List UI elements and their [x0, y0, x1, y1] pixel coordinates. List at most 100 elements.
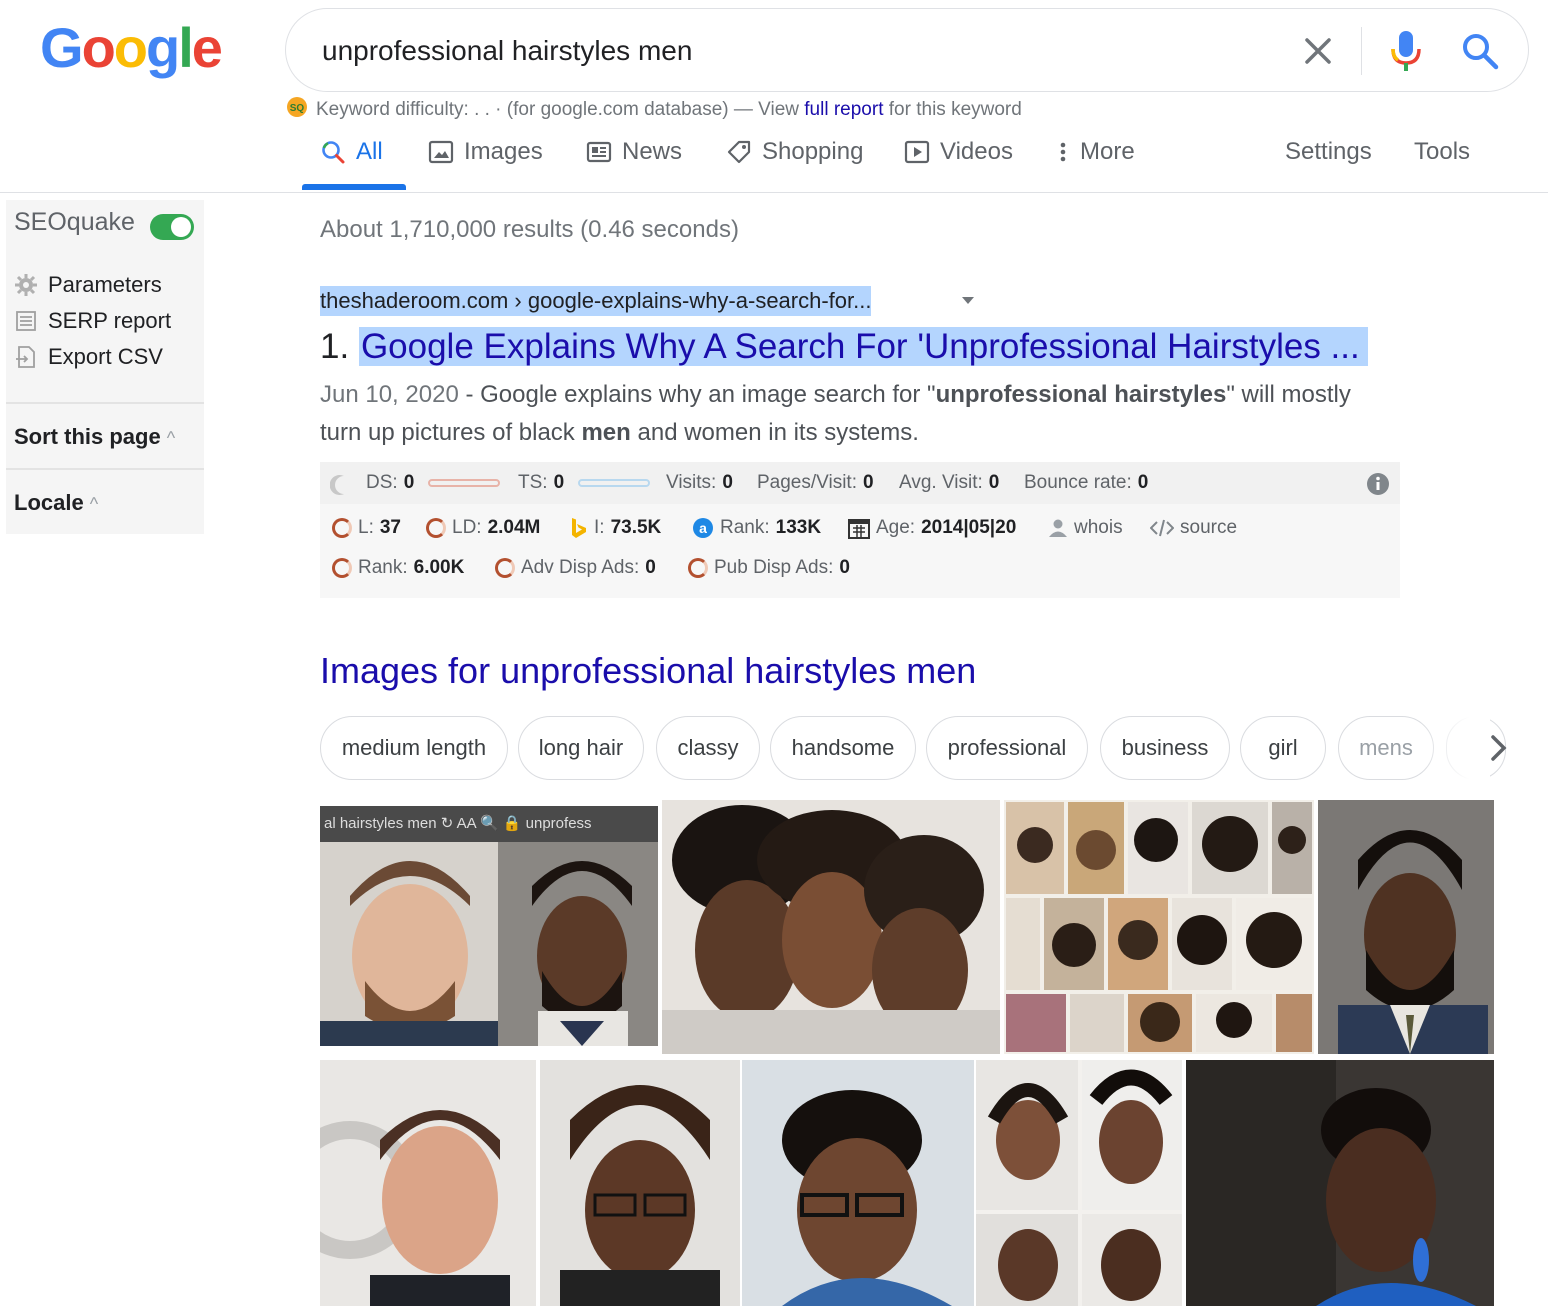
source-label: source: [1180, 517, 1238, 538]
logo-letter: o: [113, 16, 148, 79]
sidebar-item-serp-report[interactable]: SERP report: [14, 308, 171, 334]
result-title-link[interactable]: Google Explains Why A Search For 'Unprof…: [358, 327, 1368, 366]
metric-pages-visit[interactable]: Pages/Visit: 0: [757, 470, 874, 496]
metric-visits[interactable]: Visits: 0: [666, 470, 733, 496]
result-url[interactable]: theshaderoom.com › google-explains-why-a…: [320, 286, 872, 316]
image-result[interactable]: [320, 1060, 536, 1306]
image-result[interactable]: [540, 1060, 740, 1306]
metric-bounce-rate[interactable]: Bounce rate: 0: [1024, 470, 1148, 496]
metric-l[interactable]: L: 37: [332, 515, 401, 541]
refine-chip[interactable]: business: [1100, 716, 1230, 780]
chevron-right-icon[interactable]: [1482, 728, 1516, 768]
tab-images[interactable]: Images: [428, 132, 543, 172]
close-icon[interactable]: [1298, 31, 1338, 71]
images-heading-link[interactable]: Images for unprofessional hairstyles men: [320, 650, 976, 692]
photo-thumbnail: [1004, 800, 1314, 1054]
metric-label: Pages/Visit:: [757, 472, 857, 493]
metric-label: Age:: [876, 517, 916, 538]
tab-label: More: [1080, 138, 1135, 165]
report-icon: [16, 311, 36, 331]
search-input[interactable]: [322, 31, 1222, 71]
metric-ld[interactable]: LD: 2.04M: [426, 515, 540, 541]
refine-chip[interactable]: classy: [656, 716, 760, 780]
photo-thumbnail: [320, 1060, 536, 1306]
section-label: Locale: [14, 490, 84, 515]
locale-toggle[interactable]: Locale ^: [14, 490, 98, 516]
metric-pub-disp-ads[interactable]: Pub Disp Ads: 0: [688, 555, 850, 581]
metric-value: 0: [645, 557, 656, 578]
snippet-bold: men: [581, 419, 631, 446]
image-result[interactable]: [1004, 800, 1314, 1054]
google-logo[interactable]: Google: [40, 16, 223, 79]
seoquake-title: SEOquake: [14, 208, 135, 236]
search-box: [285, 8, 1529, 92]
export-icon: [16, 346, 35, 368]
tab-tools[interactable]: Tools: [1414, 132, 1470, 172]
photo-thumbnail: [540, 1060, 740, 1306]
image-result[interactable]: [1186, 1060, 1494, 1306]
sidebar-item-parameters[interactable]: Parameters: [14, 272, 162, 298]
metric-value: 37: [379, 517, 401, 538]
svg-text:a: a: [699, 520, 707, 536]
metric-avg-visit[interactable]: Avg. Visit: 0: [899, 470, 999, 496]
image-icon: [428, 140, 454, 164]
microphone-icon[interactable]: [1386, 27, 1426, 75]
tab-news[interactable]: News: [586, 132, 682, 172]
refine-chip[interactable]: girl: [1240, 716, 1326, 780]
whois-link[interactable]: whois: [1048, 515, 1123, 541]
search-icon[interactable]: [1458, 29, 1502, 73]
metric-value: 6.00K: [413, 557, 465, 578]
metric-ds[interactable]: DS: 0: [366, 470, 501, 496]
image-result[interactable]: [976, 1060, 1182, 1306]
refine-chip[interactable]: professional: [926, 716, 1088, 780]
metric-ts[interactable]: TS: 0: [518, 470, 651, 496]
refine-chip[interactable]: medium length: [320, 716, 508, 780]
sidebar-item-label: Export CSV: [48, 344, 163, 369]
source-link[interactable]: source: [1150, 515, 1237, 541]
tab-settings[interactable]: Settings: [1285, 132, 1372, 172]
image-result[interactable]: [662, 800, 1000, 1054]
ds-meter: [428, 479, 501, 487]
alexa-icon: a: [693, 518, 713, 538]
caret-down-icon[interactable]: [958, 290, 978, 310]
sort-this-page-toggle[interactable]: Sort this page ^: [14, 424, 175, 450]
tab-shopping[interactable]: Shopping: [726, 132, 863, 172]
sidebar-item-export-csv[interactable]: Export CSV: [14, 344, 163, 370]
metric-age[interactable]: Age: 2014|05|20: [848, 515, 1016, 541]
refine-chip[interactable]: long hair: [518, 716, 644, 780]
seoquake-sidebar: SEOquake Parameters SERP report Export C…: [6, 200, 204, 534]
metric-semrush-rank[interactable]: Rank: 6.00K: [332, 555, 464, 581]
metric-value: 0: [553, 472, 565, 493]
logo-letter: g: [146, 16, 180, 79]
tab-all[interactable]: All: [320, 132, 383, 172]
metric-bing-index[interactable]: I: 73.5K: [570, 515, 661, 541]
code-icon: [1150, 519, 1174, 537]
metric-value: 2014|05|20: [921, 517, 1017, 538]
full-report-link[interactable]: full report: [804, 99, 883, 120]
tab-label: All: [356, 138, 383, 165]
gear-icon: [15, 274, 37, 296]
photo-thumbnail: [1186, 1060, 1494, 1306]
seoquake-toggle[interactable]: [150, 214, 194, 240]
metric-adv-disp-ads[interactable]: Adv Disp Ads: 0: [495, 555, 656, 581]
photo-thumbnail: [320, 806, 658, 1046]
tab-videos[interactable]: Videos: [904, 132, 1013, 172]
metric-label: Rank:: [358, 557, 408, 578]
metric-label: TS:: [518, 472, 548, 493]
search-icon: [322, 141, 345, 164]
metric-alexa-rank[interactable]: a Rank: 133K: [692, 515, 821, 541]
tab-label: Videos: [940, 138, 1013, 165]
image-result[interactable]: [742, 1060, 974, 1306]
refine-chip[interactable]: handsome: [770, 716, 916, 780]
info-icon[interactable]: [1366, 472, 1390, 496]
news-icon: [586, 141, 612, 163]
metric-label: Pub Disp Ads:: [714, 557, 834, 578]
metric-value: 0: [862, 472, 874, 493]
photo-thumbnail: [742, 1060, 974, 1306]
sidebar-divider: [6, 468, 204, 470]
tab-more[interactable]: More: [1056, 132, 1135, 172]
image-result[interactable]: [1318, 800, 1494, 1054]
image-result[interactable]: al hairstyles men ↻ AA 🔍 🔒 unprofess: [320, 806, 658, 1046]
search-divider: [1361, 27, 1362, 75]
result-stats: About 1,710,000 results (0.46 seconds): [320, 216, 739, 243]
